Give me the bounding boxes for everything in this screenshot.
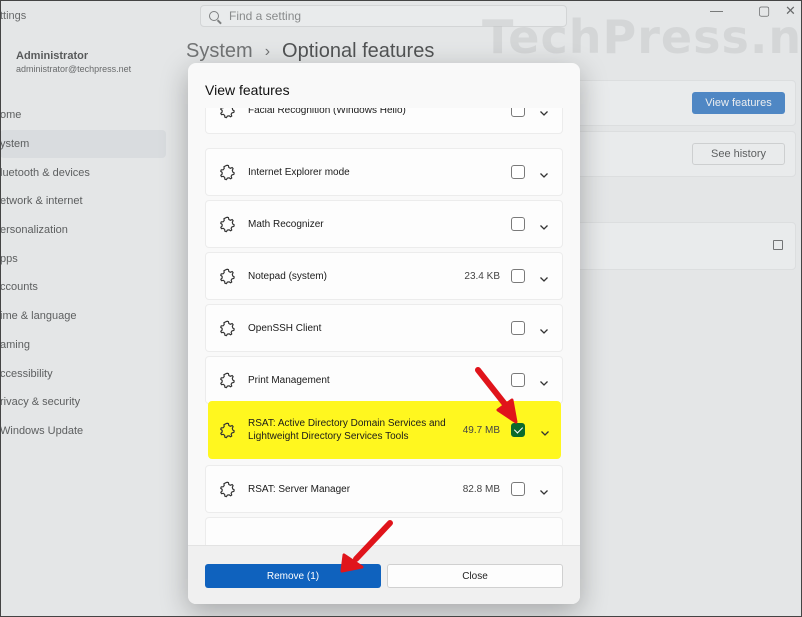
chevron-down-icon[interactable] [539, 108, 549, 116]
feature-checkbox[interactable] [511, 373, 525, 387]
puzzle-icon [218, 267, 236, 285]
feature-list[interactable]: Facial Recognition (Windows Hello) Intern… [205, 108, 563, 545]
puzzle-icon [218, 319, 236, 337]
puzzle-icon [218, 480, 236, 498]
feature-row[interactable]: OpenSSH Client [205, 304, 563, 352]
feature-checkbox[interactable] [511, 482, 525, 496]
feature-checkbox[interactable] [511, 321, 525, 335]
feature-row[interactable]: Facial Recognition (Windows Hello) [205, 108, 563, 134]
puzzle-icon [218, 163, 236, 181]
feature-row[interactable]: Print Management [205, 356, 563, 404]
feature-checkbox[interactable] [511, 423, 525, 437]
dialog-footer: Remove (1) Close [188, 545, 580, 604]
feature-checkbox[interactable] [511, 165, 525, 179]
chevron-down-icon[interactable] [539, 219, 549, 230]
feature-name: Notepad (system) [248, 270, 327, 282]
chevron-down-icon[interactable] [539, 271, 549, 282]
chevron-down-icon[interactable] [539, 323, 549, 334]
feature-row[interactable]: Internet Explorer mode [205, 148, 563, 196]
feature-name: OpenSSH Client [248, 322, 322, 334]
feature-row[interactable]: RSAT: Active Directory Domain Services a… [208, 401, 561, 459]
feature-name: Math Recognizer [248, 218, 324, 230]
feature-checkbox[interactable] [511, 269, 525, 283]
close-button[interactable]: Close [387, 564, 563, 588]
feature-size: 23.4 KB [464, 270, 500, 282]
feature-name: RSAT: Server Manager [248, 483, 351, 495]
chevron-down-icon[interactable] [539, 484, 549, 495]
feature-row[interactable]: RSAT: Server Manager 82.8 MB [205, 465, 563, 513]
chevron-down-icon[interactable] [539, 375, 549, 386]
feature-size: 82.8 MB [462, 483, 500, 495]
puzzle-icon [218, 215, 236, 233]
dialog-title: View features [205, 82, 290, 98]
feature-row[interactable] [205, 517, 563, 545]
puzzle-icon [218, 421, 236, 439]
feature-size: 49.7 MB [462, 424, 500, 436]
feature-row[interactable]: Notepad (system) 23.4 KB [205, 252, 563, 300]
feature-name: Internet Explorer mode [248, 166, 350, 178]
feature-name: RSAT: Active Directory Domain Services a… [248, 418, 446, 442]
feature-checkbox[interactable] [511, 108, 525, 117]
feature-row[interactable]: Math Recognizer [205, 200, 563, 248]
feature-name: Print Management [248, 374, 330, 386]
chevron-down-icon[interactable] [539, 167, 549, 178]
feature-name: Facial Recognition (Windows Hello) [248, 108, 406, 116]
puzzle-icon [218, 108, 236, 119]
view-features-dialog: View features Facial Recognition (Window… [188, 63, 580, 604]
feature-checkbox[interactable] [511, 217, 525, 231]
puzzle-icon [218, 371, 236, 389]
remove-button[interactable]: Remove (1) [205, 564, 381, 588]
chevron-down-icon[interactable] [540, 425, 550, 436]
